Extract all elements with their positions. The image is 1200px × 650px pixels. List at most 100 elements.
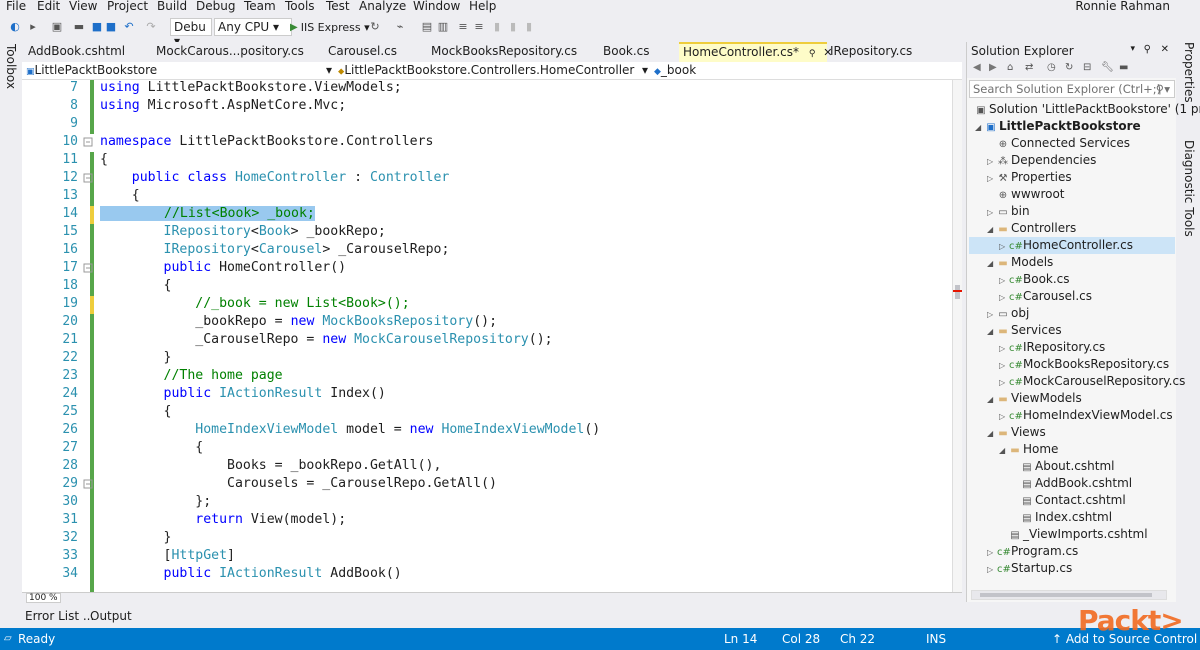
new-project-icon[interactable]: ▣ xyxy=(50,20,64,34)
expand-icon[interactable]: ▷ xyxy=(999,408,1009,425)
preview-icon[interactable]: ▬ xyxy=(1119,62,1128,73)
expand-icon[interactable]: ▷ xyxy=(999,357,1009,374)
forward-icon[interactable]: ▶ xyxy=(989,62,997,73)
menu-project[interactable]: Project xyxy=(107,0,148,13)
menu-file[interactable]: File xyxy=(6,0,26,13)
bookmark-next-icon[interactable]: ▮ xyxy=(506,20,520,34)
tab-mockcarousel[interactable]: MockCarous...pository.cs xyxy=(156,42,304,62)
solution-search-input[interactable]: Search Solution Explorer (Ctrl+;) ⚲▾ xyxy=(969,80,1175,98)
menu-view[interactable]: View xyxy=(69,0,97,13)
run-button[interactable]: ▶ IIS Express ▾ xyxy=(290,19,370,35)
menu-team[interactable]: Team xyxy=(244,0,276,13)
pin-icon[interactable]: ⚲ xyxy=(809,49,816,59)
expand-icon[interactable]: ◢ xyxy=(987,323,997,340)
tree-node-viewmodels[interactable]: ◢ ▬ ViewModels xyxy=(987,390,1082,407)
properties-tab[interactable]: Properties xyxy=(1182,42,1196,103)
tree-node-bin[interactable]: ▷ ▭ bin xyxy=(987,203,1030,220)
save-icon[interactable]: ■ xyxy=(90,20,104,34)
home-icon[interactable]: ⌂ xyxy=(1007,62,1013,73)
tree-node-properties[interactable]: ▷ ⚒ Properties xyxy=(987,169,1072,186)
bookmark-icon[interactable]: ▮ xyxy=(490,20,504,34)
expand-icon[interactable]: ◢ xyxy=(987,391,997,408)
expand-icon[interactable]: ▷ xyxy=(987,561,997,578)
expand-icon[interactable]: ▷ xyxy=(999,238,1009,255)
expand-icon[interactable]: ▷ xyxy=(987,153,997,170)
menu-build[interactable]: Build xyxy=(157,0,187,13)
code-editor[interactable]: 7 8 9 10 11 12 13 14 15 16 17 18 19 20 2… xyxy=(22,80,962,592)
expand-icon[interactable]: ▷ xyxy=(987,204,997,221)
uncomment-icon[interactable]: ≡ xyxy=(472,20,486,34)
member-dropdown[interactable]: ◆_book xyxy=(654,63,954,79)
tree-node-connected-services[interactable]: ⊕ Connected Services xyxy=(987,135,1130,152)
collapse-all-icon[interactable]: ⊟ xyxy=(1083,62,1091,73)
tree-node-addbook[interactable]: ▤ AddBook.cshtml xyxy=(1021,475,1132,492)
tree-node-services[interactable]: ◢ ▬ Services xyxy=(987,322,1062,339)
tree-node-dependencies[interactable]: ▷ ⁂ Dependencies xyxy=(987,152,1096,169)
browser-link-icon[interactable]: ⌁ xyxy=(393,20,407,34)
tree-node-index[interactable]: ▤ Index.cshtml xyxy=(1021,509,1112,526)
close-icon[interactable]: ✕ xyxy=(1161,44,1169,55)
tree-node-homeindexviewmodel[interactable]: ▷ c#HomeIndexViewModel.cs xyxy=(999,407,1173,424)
redo-icon[interactable]: ↷ xyxy=(144,20,158,34)
tree-node-wwwroot[interactable]: ⊕ wwwroot xyxy=(987,186,1065,203)
type-dropdown[interactable]: ⬥LittlePacktBookstore.Controllers.HomeCo… xyxy=(338,63,650,79)
tree-node-contact[interactable]: ▤ Contact.cshtml xyxy=(1021,492,1125,509)
menu-debug[interactable]: Debug xyxy=(196,0,235,13)
open-icon[interactable]: ▬ xyxy=(72,20,86,34)
tree-node-book[interactable]: ▷ c#Book.cs xyxy=(999,271,1070,288)
menu-analyze[interactable]: Analyze xyxy=(359,0,406,13)
menu-edit[interactable]: Edit xyxy=(37,0,60,13)
tab-output[interactable]: Output xyxy=(90,609,132,623)
tree-node-homecontroller[interactable]: ▷ c#HomeController.cs xyxy=(969,237,1175,254)
tree-node-obj[interactable]: ▷ ▭ obj xyxy=(987,305,1029,322)
tree-node-controllers[interactable]: ◢ ▬ Controllers xyxy=(987,220,1076,237)
menu-window[interactable]: Window xyxy=(413,0,460,13)
expand-icon[interactable]: ▷ xyxy=(987,170,997,187)
bookmark-prev-icon[interactable]: ▮ xyxy=(522,20,536,34)
diagnostic-tools-tab[interactable]: Diagnostic Tools xyxy=(1182,140,1196,237)
vertical-scrollbar[interactable] xyxy=(952,80,962,592)
scrollbar-thumb[interactable] xyxy=(955,285,960,299)
tree-node-program[interactable]: ▷ c#Program.cs xyxy=(987,543,1078,560)
pending-changes-icon[interactable]: ◷ xyxy=(1047,62,1056,73)
tab-mockbooks[interactable]: MockBooksRepository.cs xyxy=(431,42,577,62)
tab-book[interactable]: Book.cs xyxy=(603,42,650,62)
back-icon[interactable]: ◀ xyxy=(973,62,981,73)
expand-icon[interactable]: ◢ xyxy=(987,255,997,272)
forward-icon[interactable]: ▸ xyxy=(26,20,40,34)
tree-node-carousel[interactable]: ▷ c#Carousel.cs xyxy=(999,288,1092,305)
tree-node-irepository[interactable]: ▷ c#IRepository.cs xyxy=(999,339,1105,356)
platform-select[interactable]: Any CPU ▾ xyxy=(214,18,292,36)
tab-homecontroller[interactable]: HomeController.cs* ⚲ ✕ xyxy=(679,42,833,62)
pin-icon[interactable]: ⚲ xyxy=(1144,44,1151,55)
horizontal-scrollbar[interactable] xyxy=(971,590,1167,600)
properties-icon[interactable]: 🔧︎ xyxy=(1101,62,1114,73)
project-dropdown[interactable]: ▣LittlePacktBookstore ▾ xyxy=(26,63,334,79)
tab-addbook[interactable]: AddBook.cshtml xyxy=(28,42,125,62)
save-all-icon[interactable]: ■ xyxy=(104,20,118,34)
expand-icon[interactable]: ◢ xyxy=(975,119,985,136)
tree-node-about[interactable]: ▤ About.cshtml xyxy=(1021,458,1114,475)
user-name[interactable]: Ronnie Rahman xyxy=(1075,0,1170,13)
tree-node-models[interactable]: ◢ ▬ Models xyxy=(987,254,1053,271)
config-select[interactable]: Debu ▾ xyxy=(170,18,212,48)
toolbar-icon-a[interactable]: ▤ xyxy=(420,20,434,34)
tree-node-viewimports[interactable]: ▤ _ViewImports.cshtml xyxy=(1009,526,1147,543)
zoom-level[interactable]: 100 % xyxy=(26,593,61,603)
tab-error-list[interactable]: Error List ... xyxy=(25,609,94,623)
tree-node-views[interactable]: ◢ ▬ Views xyxy=(987,424,1046,441)
expand-icon[interactable]: ▷ xyxy=(999,374,1009,391)
code-text-area[interactable]: using LittlePacktBookstore.ViewModels; u… xyxy=(100,80,960,592)
menu-tools[interactable]: Tools xyxy=(285,0,315,13)
expand-icon[interactable]: ▷ xyxy=(999,289,1009,306)
back-icon[interactable]: ◐ xyxy=(8,20,22,34)
tree-node-solution[interactable]: ▣ Solution 'LittlePacktBookstore' (1 pr xyxy=(975,101,1200,118)
toolbox-tab[interactable]: Toolbox xyxy=(4,44,18,89)
menu-help[interactable]: Help xyxy=(469,0,496,13)
scrollbar-thumb[interactable] xyxy=(980,593,1152,597)
tab-carousel[interactable]: Carousel.cs xyxy=(328,42,397,62)
refresh-icon[interactable]: ↻ xyxy=(368,20,382,34)
tree-node-home[interactable]: ◢ ▬ Home xyxy=(999,441,1058,458)
tree-node-startup[interactable]: ▷ c#Startup.cs xyxy=(987,560,1072,577)
tree-node-project[interactable]: ◢ ▣ LittlePacktBookstore xyxy=(975,118,1141,135)
